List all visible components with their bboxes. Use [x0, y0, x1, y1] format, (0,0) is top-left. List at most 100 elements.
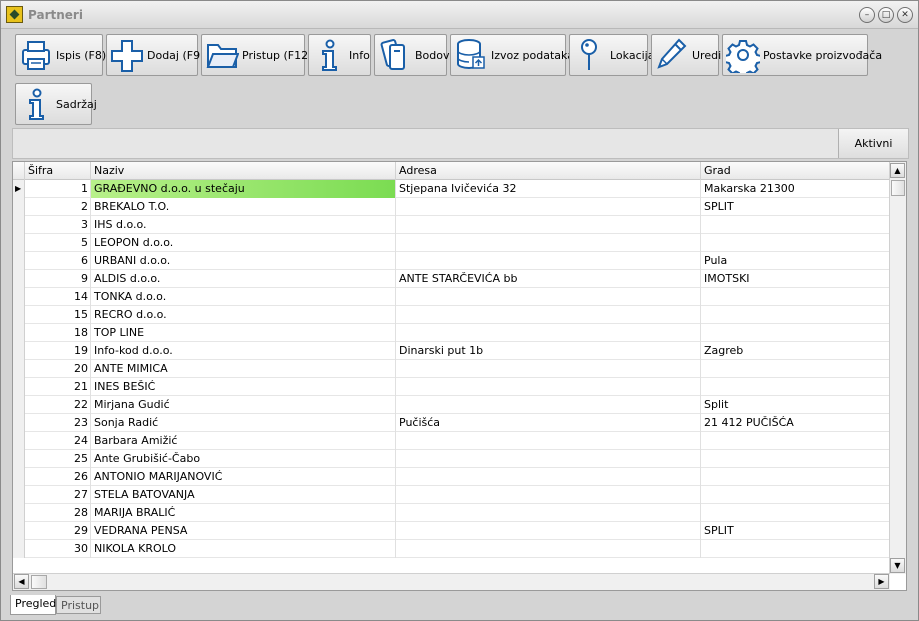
manufacturer-settings-button[interactable]: Postavke proizvođača: [722, 34, 882, 76]
cell-naziv[interactable]: STELA BATOVANJA: [91, 486, 396, 504]
cell-sifra[interactable]: 27: [25, 486, 91, 504]
cell-sifra[interactable]: 5: [25, 234, 91, 252]
cell-adresa[interactable]: [396, 252, 701, 270]
cell-naziv[interactable]: INES BEŠIĆ: [91, 378, 396, 396]
cell-grad[interactable]: [701, 432, 890, 450]
cell-adresa[interactable]: [396, 504, 701, 522]
row-selector[interactable]: [13, 396, 25, 414]
table-row[interactable]: 27 STELA BATOVANJA: [13, 486, 890, 504]
cell-grad[interactable]: [701, 216, 890, 234]
table-row[interactable]: 14 TONKA d.o.o.: [13, 288, 890, 306]
cell-sifra[interactable]: 2: [25, 198, 91, 216]
column-header-grad[interactable]: Grad: [701, 162, 890, 180]
cell-grad[interactable]: Split: [701, 396, 890, 414]
row-selector[interactable]: [13, 216, 25, 234]
table-row[interactable]: 20 ANTE MIMICA: [13, 360, 890, 378]
cell-sifra[interactable]: 21: [25, 378, 91, 396]
cell-sifra[interactable]: 23: [25, 414, 91, 432]
cell-sifra[interactable]: 24: [25, 432, 91, 450]
table-row[interactable]: 30 NIKOLA KROLO: [13, 540, 890, 558]
cell-naziv[interactable]: ANTE MIMICA: [91, 360, 396, 378]
cell-naziv[interactable]: RECRO d.o.o.: [91, 306, 396, 324]
cell-sifra[interactable]: 28: [25, 504, 91, 522]
cell-sifra[interactable]: 15: [25, 306, 91, 324]
cell-grad[interactable]: [701, 288, 890, 306]
cell-sifra[interactable]: 6: [25, 252, 91, 270]
cell-grad[interactable]: [701, 378, 890, 396]
cell-naziv[interactable]: NIKOLA KROLO: [91, 540, 396, 558]
cell-sifra[interactable]: 30: [25, 540, 91, 558]
cell-naziv[interactable]: ANTONIO MARIJANOVIĆ: [91, 468, 396, 486]
points-button[interactable]: Bodovi: [374, 34, 453, 76]
row-selector[interactable]: [13, 252, 25, 270]
table-row[interactable]: 29 VEDRANA PENSA SPLIT: [13, 522, 890, 540]
horizontal-scroll-thumb[interactable]: [31, 575, 47, 589]
cell-naziv[interactable]: IHS d.o.o.: [91, 216, 396, 234]
add-button[interactable]: Dodaj (F9): [106, 34, 204, 76]
cell-sifra[interactable]: 19: [25, 342, 91, 360]
row-selector[interactable]: [13, 468, 25, 486]
cell-grad[interactable]: SPLIT: [701, 522, 890, 540]
cell-naziv[interactable]: VEDRANA PENSA: [91, 522, 396, 540]
table-row[interactable]: 24 Barbara Amižić: [13, 432, 890, 450]
cell-adresa[interactable]: Dinarski put 1b: [396, 342, 701, 360]
row-selector[interactable]: [13, 360, 25, 378]
cell-sifra[interactable]: 3: [25, 216, 91, 234]
row-selector[interactable]: [13, 450, 25, 468]
cell-adresa[interactable]: [396, 450, 701, 468]
cell-naziv[interactable]: Info-kod d.o.o.: [91, 342, 396, 360]
cell-adresa[interactable]: Pučišća: [396, 414, 701, 432]
cell-naziv[interactable]: GRAĐEVNO d.o.o. u stečaju: [91, 180, 396, 198]
cell-adresa[interactable]: [396, 198, 701, 216]
row-selector[interactable]: [13, 504, 25, 522]
cell-sifra[interactable]: 22: [25, 396, 91, 414]
horizontal-scrollbar[interactable]: ◀ ▶: [13, 573, 890, 590]
table-row[interactable]: 19 Info-kod d.o.o. Dinarski put 1b Zagreb: [13, 342, 890, 360]
current-row-indicator-icon[interactable]: ▶: [13, 180, 25, 198]
cell-sifra[interactable]: 29: [25, 522, 91, 540]
cell-adresa[interactable]: [396, 288, 701, 306]
cell-adresa[interactable]: [396, 396, 701, 414]
row-selector[interactable]: [13, 486, 25, 504]
info-button[interactable]: Info: [308, 34, 371, 76]
cell-adresa[interactable]: [396, 486, 701, 504]
row-selector[interactable]: [13, 234, 25, 252]
cell-sifra[interactable]: 26: [25, 468, 91, 486]
table-row[interactable]: 15 RECRO d.o.o.: [13, 306, 890, 324]
vertical-scroll-thumb[interactable]: [891, 180, 905, 196]
cell-sifra[interactable]: 1: [25, 180, 91, 198]
cell-adresa[interactable]: ANTE STARČEVIĆA bb: [396, 270, 701, 288]
partners-grid[interactable]: Šifra Naziv Adresa Grad ▶ 1 GRAĐEVNO d.o.o…: [12, 161, 907, 591]
row-selector[interactable]: [13, 414, 25, 432]
cell-adresa[interactable]: Stjepana Ivičevića 32: [396, 180, 701, 198]
cell-naziv[interactable]: TONKA d.o.o.: [91, 288, 396, 306]
export-data-button[interactable]: Izvoz podataka: [450, 34, 574, 76]
tab-pregled[interactable]: Pregled: [10, 595, 56, 615]
table-row[interactable]: 25 Ante Grubišić-Čabo: [13, 450, 890, 468]
cell-grad[interactable]: [701, 306, 890, 324]
cell-naziv[interactable]: ALDIS d.o.o.: [91, 270, 396, 288]
row-selector[interactable]: [13, 288, 25, 306]
location-button[interactable]: Lokacija: [569, 34, 654, 76]
edit-button[interactable]: Uredi: [651, 34, 721, 76]
cell-grad[interactable]: 21 412 PUČIŠĆA: [701, 414, 890, 432]
cell-adresa[interactable]: [396, 378, 701, 396]
cell-grad[interactable]: SPLIT: [701, 198, 890, 216]
cell-naziv[interactable]: Mirjana Gudić: [91, 396, 396, 414]
active-filter-button[interactable]: Aktivni: [838, 129, 908, 158]
column-header-adresa[interactable]: Adresa: [396, 162, 701, 180]
contents-button[interactable]: Sadržaj: [15, 83, 97, 125]
scroll-up-icon[interactable]: ▲: [890, 163, 905, 178]
cell-naziv[interactable]: MARIJA BRALIĆ: [91, 504, 396, 522]
cell-sifra[interactable]: 18: [25, 324, 91, 342]
cell-naziv[interactable]: Ante Grubišić-Čabo: [91, 450, 396, 468]
cell-grad[interactable]: [701, 450, 890, 468]
table-row[interactable]: 23 Sonja Radić Pučišća 21 412 PUČIŠĆA: [13, 414, 890, 432]
cell-sifra[interactable]: 14: [25, 288, 91, 306]
table-row[interactable]: 22 Mirjana Gudić Split: [13, 396, 890, 414]
table-row[interactable]: 3 IHS d.o.o.: [13, 216, 890, 234]
row-selector[interactable]: [13, 522, 25, 540]
cell-grad[interactable]: Makarska 21300: [701, 180, 890, 198]
scroll-right-icon[interactable]: ▶: [874, 574, 889, 589]
cell-sifra[interactable]: 20: [25, 360, 91, 378]
